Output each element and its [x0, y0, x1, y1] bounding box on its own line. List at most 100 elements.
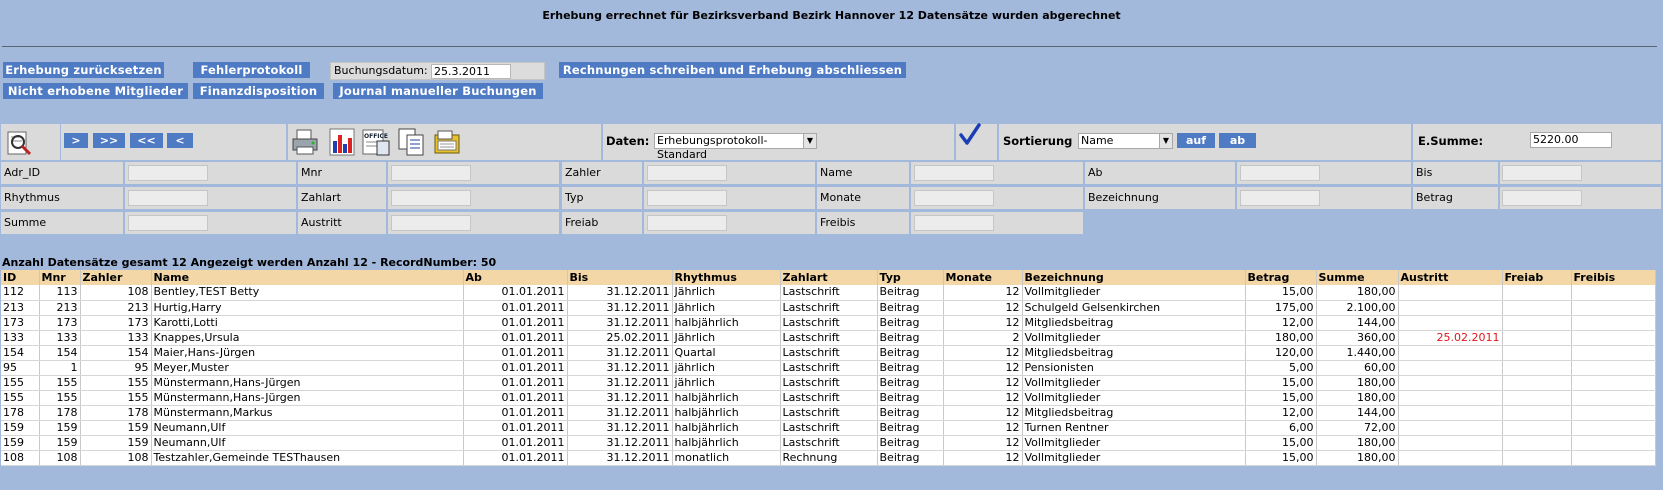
- column-header[interactable]: Typ: [877, 270, 944, 285]
- confirm-check-icon[interactable]: [958, 122, 982, 148]
- sort-select[interactable]: Name ▼: [1078, 133, 1173, 149]
- table-row[interactable]: 213 213 213 Hurtig,Harry 01.01.2011 31.12.201…: [1, 300, 1656, 316]
- reset-collection-button[interactable]: Erhebung zurücksetzen: [3, 62, 164, 78]
- table-row[interactable]: 133 133 133 Knappes,Ursula 01.01.2011 25.02.2…: [1, 330, 1656, 346]
- record-count-summary: Anzahl Datensätze gesamt 12 Angezeigt we…: [2, 256, 497, 269]
- filter-freiab-input[interactable]: [647, 215, 727, 231]
- table-cell: 31.12.2011: [567, 360, 673, 376]
- finance-disposition-button[interactable]: Finanzdisposition: [193, 83, 324, 99]
- copy-icon[interactable]: [396, 127, 426, 157]
- table-cell: Knappes,Ursula: [151, 330, 464, 346]
- table-cell: 01.01.2011: [463, 405, 568, 421]
- table-row[interactable]: 155 155 155 Münstermann,Hans-Jürgen 01.01.20…: [1, 375, 1656, 391]
- table-cell: [1398, 435, 1503, 451]
- chart-icon[interactable]: [327, 127, 357, 157]
- column-header[interactable]: Mnr: [39, 270, 81, 285]
- filter-bis-input[interactable]: [1502, 165, 1582, 181]
- table-cell: 133: [39, 330, 81, 346]
- filter-typ-input[interactable]: [647, 190, 727, 206]
- column-header[interactable]: Name: [151, 270, 464, 285]
- filter-input-cell: [1500, 162, 1661, 184]
- table-row[interactable]: 178 178 178 Münstermann,Markus 01.01.2011 31.…: [1, 405, 1656, 421]
- nav-next-button[interactable]: >: [64, 133, 88, 148]
- column-header[interactable]: Zahlart: [780, 270, 878, 285]
- export-icon[interactable]: [432, 127, 462, 157]
- column-header[interactable]: Freibis: [1571, 270, 1656, 285]
- column-header[interactable]: Freiab: [1502, 270, 1572, 285]
- table-cell: [1502, 330, 1572, 346]
- filter-zahler-input[interactable]: [647, 165, 727, 181]
- filter-betrag-input[interactable]: [1502, 190, 1582, 206]
- column-header[interactable]: Bis: [567, 270, 673, 285]
- table-row[interactable]: 159 159 159 Neumann,Ulf 01.01.2011 31.12.2011…: [1, 435, 1656, 451]
- table-cell: 159: [80, 435, 152, 451]
- data-select[interactable]: Erhebungsprotokoll-Standard ▼: [654, 133, 817, 161]
- error-log-button[interactable]: Fehlerprotokoll: [193, 62, 310, 78]
- office-export-icon[interactable]: OFFICE: [361, 127, 391, 157]
- not-collected-members-button[interactable]: Nicht erhobene Mitglieder: [3, 83, 188, 99]
- filter-zahlart-input[interactable]: [391, 190, 471, 206]
- table-cell: 15,00: [1245, 285, 1317, 301]
- journal-manual-bookings-button[interactable]: Journal manueller Buchungen: [333, 83, 543, 99]
- write-invoices-button[interactable]: Rechnungen schreiben und Erhebung abschl…: [559, 62, 906, 78]
- filter-rhythmus-input[interactable]: [128, 190, 208, 206]
- table-cell: 120,00: [1245, 345, 1317, 361]
- filter-label-zahlart: Zahlart: [298, 187, 386, 209]
- column-header[interactable]: Rhythmus: [672, 270, 781, 285]
- nav-last-button[interactable]: >>: [93, 133, 125, 148]
- table-row[interactable]: 159 159 159 Neumann,Ulf 01.01.2011 31.12.2011…: [1, 420, 1656, 436]
- nav-prev-button[interactable]: <: [167, 133, 193, 148]
- column-header[interactable]: Ab: [463, 270, 568, 285]
- table-row[interactable]: 173 173 173 Karotti,Lotti 01.01.2011 31.12.20…: [1, 315, 1656, 331]
- print-icon[interactable]: [290, 127, 320, 157]
- filter-name-input[interactable]: [914, 165, 994, 181]
- table-cell: Lastschrift: [780, 360, 878, 376]
- column-header[interactable]: Monate: [943, 270, 1023, 285]
- booking-date-input[interactable]: 25.3.2011: [431, 64, 511, 79]
- table-row[interactable]: 108 108 108 Testzahler,Gemeinde TESThausen 0…: [1, 450, 1656, 466]
- esum-input[interactable]: 5220.00: [1530, 132, 1612, 148]
- search-report-icon[interactable]: [5, 127, 35, 157]
- column-header[interactable]: Bezeichnung: [1022, 270, 1246, 285]
- table-cell: 108: [80, 285, 152, 301]
- table-row[interactable]: 154 154 154 Maier,Hans-Jürgen 01.01.2011 31.1…: [1, 345, 1656, 361]
- column-header[interactable]: Betrag: [1245, 270, 1317, 285]
- filter-freibis-input[interactable]: [914, 215, 994, 231]
- filter-mnr-input[interactable]: [391, 165, 471, 181]
- table-cell: Jährlich: [672, 285, 781, 301]
- filter-austritt-input[interactable]: [391, 215, 471, 231]
- column-header[interactable]: ID: [1, 270, 40, 285]
- data-label: Daten:: [606, 134, 650, 148]
- table-row[interactable]: 95 1 95 Meyer,Muster 01.01.2011 31.12.2011 jäh…: [1, 360, 1656, 376]
- table-cell: Beitrag: [877, 420, 944, 436]
- table-cell: 12: [943, 345, 1023, 361]
- filter-monate-input[interactable]: [914, 190, 994, 206]
- filter-adr-id-input[interactable]: [128, 165, 208, 181]
- filter-summe-input[interactable]: [128, 215, 208, 231]
- table-cell: 12,00: [1245, 315, 1317, 331]
- table-cell: 113: [39, 285, 81, 301]
- table-cell: 154: [80, 345, 152, 361]
- table-cell: [1502, 345, 1572, 361]
- table-cell: 173: [39, 315, 81, 331]
- filter-bezeichnung-input[interactable]: [1240, 190, 1320, 206]
- column-header[interactable]: Austritt: [1398, 270, 1503, 285]
- filter-label-freiab: Freiab: [562, 212, 642, 234]
- column-header[interactable]: Summe: [1316, 270, 1399, 285]
- filter-label-ab: Ab: [1085, 162, 1235, 184]
- table-row[interactable]: 155 155 155 Münstermann,Hans-Jürgen 01.01.20…: [1, 390, 1656, 406]
- booking-date-label: Buchungsdatum:: [334, 64, 428, 77]
- column-header[interactable]: Zahler: [80, 270, 152, 285]
- table-cell: 180,00: [1316, 375, 1399, 391]
- table-cell: Lastschrift: [780, 300, 878, 316]
- table-row[interactable]: 112 113 108 Bentley,TEST Betty 01.01.2011 31.…: [1, 285, 1656, 301]
- sort-descending-button[interactable]: ab: [1219, 133, 1256, 148]
- table-cell: 154: [39, 345, 81, 361]
- sort-ascending-button[interactable]: auf: [1177, 133, 1215, 148]
- table-cell: halbjährlich: [672, 315, 781, 331]
- table-cell: Pensionisten: [1022, 360, 1246, 376]
- table-cell: 31.12.2011: [567, 285, 673, 301]
- filter-ab-input[interactable]: [1240, 165, 1320, 181]
- nav-first-button[interactable]: <<: [130, 133, 163, 148]
- table-cell: Testzahler,Gemeinde TESThausen: [151, 450, 464, 466]
